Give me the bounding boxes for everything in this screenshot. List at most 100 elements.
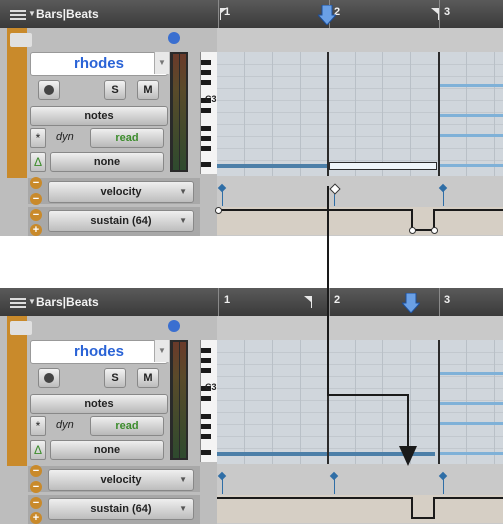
clock-icon[interactable] — [168, 32, 180, 44]
track-view-icon[interactable] — [10, 33, 32, 47]
velocity-marker[interactable] — [329, 471, 339, 481]
midi-note[interactable] — [440, 114, 503, 117]
chevron-down-icon[interactable]: ▼ — [28, 9, 36, 18]
timeline-ruler[interactable]: ▼ Bars|Beats 1 2 3 — [0, 0, 503, 28]
velocity-marker-selected[interactable] — [329, 183, 341, 195]
automation-mode-selector[interactable]: read — [90, 416, 164, 436]
level-meter — [170, 52, 188, 172]
sustain-point[interactable] — [431, 227, 438, 234]
solo-button[interactable]: S — [104, 80, 126, 100]
menu-icon[interactable] — [10, 8, 26, 20]
midi-note[interactable] — [217, 452, 327, 456]
velocity-marker[interactable] — [438, 183, 448, 193]
delta-icon[interactable]: Δ — [30, 152, 46, 172]
chevron-down-icon[interactable]: ▼ — [154, 340, 169, 362]
midi-note[interactable] — [440, 422, 503, 425]
track-color-strip — [7, 28, 27, 178]
minus-icon[interactable]: − — [30, 481, 42, 493]
sustain-point[interactable] — [215, 207, 222, 214]
minus-icon[interactable]: − — [30, 177, 42, 189]
piano-keyboard[interactable]: C3 — [200, 52, 218, 174]
mute-button[interactable]: M — [137, 80, 159, 100]
c3-label: C3 — [205, 94, 217, 104]
bar-tick — [329, 288, 330, 316]
record-button[interactable] — [38, 80, 60, 100]
automation-mode-selector[interactable]: read — [90, 128, 164, 148]
sustain-point[interactable] — [409, 227, 416, 234]
velocity-marker[interactable] — [217, 183, 227, 193]
chevron-down-icon: ▼ — [179, 504, 187, 513]
sustain-lane[interactable] — [215, 207, 503, 235]
midi-note[interactable] — [329, 452, 435, 456]
track-view-icon[interactable] — [10, 321, 32, 335]
menu-icon[interactable] — [10, 296, 26, 308]
midi-note-grid[interactable] — [217, 52, 503, 176]
view-selector[interactable]: notes — [30, 394, 168, 414]
group-selector[interactable]: none — [50, 440, 164, 460]
solo-button[interactable]: S — [104, 368, 126, 388]
playhead-icon[interactable] — [402, 293, 420, 313]
connector-line — [407, 394, 409, 446]
group-selector[interactable]: none — [50, 152, 164, 172]
midi-note-selected[interactable] — [329, 162, 437, 170]
timeline-ruler[interactable]: ▼ Bars|Beats 1 2 3 — [0, 288, 503, 316]
playhead-icon[interactable] — [318, 5, 336, 25]
velocity-lane[interactable] — [217, 466, 503, 494]
velocity-marker[interactable] — [438, 471, 448, 481]
input-button[interactable] — [72, 80, 94, 100]
asterisk-icon[interactable]: * — [30, 416, 46, 436]
minus-icon[interactable]: − — [30, 497, 42, 509]
lane-label: sustain (64) — [90, 503, 152, 515]
bar-label: 1 — [224, 294, 231, 306]
sustain-lane-selector[interactable]: sustain (64) ▼ — [48, 210, 194, 232]
connector-line — [327, 186, 329, 396]
clock-icon[interactable] — [168, 320, 180, 332]
plus-icon[interactable]: + — [30, 512, 42, 524]
sustain-lane[interactable] — [217, 495, 503, 523]
velocity-lane-selector[interactable]: velocity ▼ — [48, 181, 194, 203]
bottom-edit-window: ▼ Bars|Beats 1 2 3 rhodes ▼ S M notes * … — [0, 288, 503, 524]
view-selector[interactable]: notes — [30, 106, 168, 126]
input-button[interactable] — [72, 368, 94, 388]
bar-tick — [439, 0, 440, 28]
delta-icon[interactable]: Δ — [30, 440, 46, 460]
mute-button[interactable]: M — [137, 368, 159, 388]
midi-note-grid[interactable] — [217, 340, 503, 464]
dyn-label: dyn — [56, 419, 74, 431]
velocity-marker[interactable] — [217, 471, 227, 481]
bar-label: 1 — [224, 6, 231, 18]
lane-label: velocity — [100, 474, 142, 486]
velocity-lane[interactable] — [217, 178, 503, 206]
piano-keyboard[interactable]: C3 — [200, 340, 218, 462]
asterisk-icon[interactable]: * — [30, 128, 46, 148]
flag-icon[interactable] — [438, 8, 439, 20]
bar-tick — [218, 288, 219, 316]
ruler-title: Bars|Beats — [36, 7, 99, 21]
record-button[interactable] — [38, 368, 60, 388]
midi-note[interactable] — [440, 372, 503, 375]
flag-icon[interactable] — [304, 296, 311, 302]
bar-tick — [439, 288, 440, 316]
connector-line — [327, 394, 409, 396]
chevron-down-icon: ▼ — [179, 475, 187, 484]
plus-icon[interactable]: + — [30, 224, 42, 236]
midi-note[interactable] — [440, 84, 503, 87]
midi-note[interactable] — [440, 402, 503, 405]
flag-icon[interactable] — [431, 8, 438, 14]
midi-note[interactable] — [217, 164, 327, 168]
midi-note[interactable] — [440, 452, 503, 455]
midi-note[interactable] — [440, 164, 503, 167]
flag-icon[interactable] — [311, 296, 312, 308]
velocity-lane-selector[interactable]: velocity ▼ — [48, 469, 194, 491]
chevron-down-icon[interactable]: ▼ — [154, 52, 169, 74]
midi-note[interactable] — [440, 134, 503, 137]
chevron-down-icon: ▼ — [179, 187, 187, 196]
track-name[interactable]: rhodes — [30, 340, 168, 364]
sustain-lane-selector[interactable]: sustain (64) ▼ — [48, 498, 194, 520]
minus-icon[interactable]: − — [30, 209, 42, 221]
minus-icon[interactable]: − — [30, 193, 42, 205]
minus-icon[interactable]: − — [30, 465, 42, 477]
level-meter — [170, 340, 188, 460]
track-name[interactable]: rhodes — [30, 52, 168, 76]
chevron-down-icon[interactable]: ▼ — [28, 297, 36, 306]
